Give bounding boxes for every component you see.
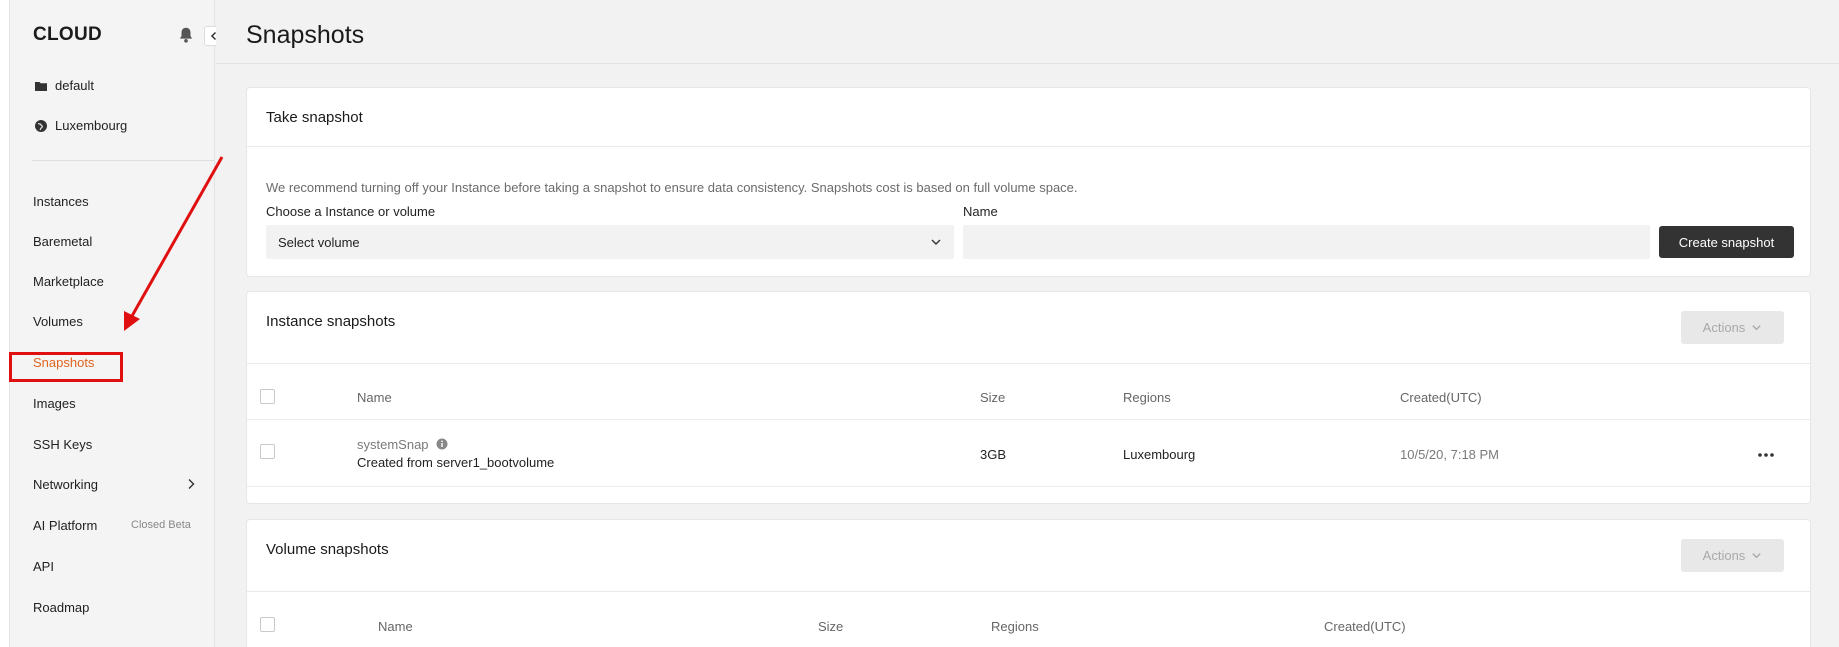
sidebar-item-roadmap[interactable]: Roadmap: [33, 600, 89, 615]
create-snapshot-button[interactable]: Create snapshot: [1659, 226, 1794, 258]
folder-icon: [35, 81, 47, 91]
project-selector[interactable]: default: [34, 78, 94, 93]
volume-select-value: Select volume: [278, 234, 360, 250]
column-header-size: Size: [818, 619, 844, 634]
column-header-regions: Regions: [1123, 390, 1171, 405]
project-name: default: [55, 78, 95, 93]
globe-icon: [35, 119, 47, 132]
card-divider: [247, 591, 1810, 592]
snapshot-region: Luxembourg: [1123, 447, 1196, 462]
actions-label: Actions: [1702, 320, 1746, 335]
sidebar-item-images[interactable]: Images: [33, 396, 76, 411]
sidebar-item-instances[interactable]: Instances: [33, 194, 89, 209]
column-header-regions: Regions: [991, 619, 1039, 634]
row-divider: [247, 419, 1810, 420]
snapshot-size: 3GB: [980, 447, 1007, 462]
chevron-down-icon: [931, 239, 941, 245]
instance-actions-button[interactable]: Actions: [1681, 311, 1784, 344]
row-divider: [247, 486, 1810, 487]
bell-icon[interactable]: [177, 26, 195, 44]
info-icon[interactable]: [436, 438, 448, 450]
snapshot-created: 10/5/20, 7:18 PM: [1400, 447, 1500, 462]
column-header-name: Name: [378, 619, 413, 634]
card-divider: [247, 146, 1810, 147]
row-checkbox[interactable]: [260, 444, 275, 459]
sidebar-divider: [32, 160, 215, 161]
snapshot-name-cell: systemSnap: [357, 437, 448, 452]
column-header-created: Created(UTC): [1400, 390, 1482, 405]
sidebar-item-marketplace[interactable]: Marketplace: [33, 274, 104, 289]
chevron-down-icon: [1752, 325, 1761, 331]
select-all-checkbox[interactable]: [260, 617, 275, 632]
sidebar-item-networking[interactable]: Networking: [33, 477, 98, 492]
sidebar-item-ai-platform[interactable]: AI Platform: [33, 518, 97, 533]
name-label: Name: [963, 204, 998, 219]
sidebar-item-api[interactable]: API: [33, 559, 54, 574]
column-header-size: Size: [980, 390, 1006, 405]
take-snapshot-title: Take snapshot: [266, 109, 363, 126]
snapshot-hint-text: We recommend turning off your Instance b…: [266, 180, 1078, 195]
annotation-highlight-box: [9, 352, 123, 382]
volume-snapshots-title: Volume snapshots: [266, 541, 389, 558]
top-bar: [216, 0, 1839, 64]
choose-volume-label: Choose a Instance or volume: [266, 204, 436, 219]
chevron-down-icon: [1752, 553, 1761, 559]
instance-snapshots-card: Instance snapshots Actions Name Size Reg…: [246, 291, 1811, 504]
sidebar-item-ssh-keys[interactable]: SSH Keys: [33, 437, 92, 452]
snapshot-name-input[interactable]: [963, 225, 1650, 259]
chevron-right-icon[interactable]: [185, 478, 197, 490]
closed-beta-badge: Closed Beta: [131, 519, 191, 531]
sidebar-item-baremetal[interactable]: Baremetal: [33, 234, 92, 249]
page-title: Snapshots: [246, 21, 365, 49]
select-all-checkbox[interactable]: [260, 389, 275, 404]
actions-label: Actions: [1702, 548, 1746, 563]
column-header-name: Name: [357, 390, 392, 405]
volume-snapshots-card: Volume snapshots Actions Name Size Regio…: [246, 519, 1811, 647]
column-header-created: Created(UTC): [1324, 619, 1406, 634]
card-divider: [247, 363, 1810, 364]
window-left-edge: [0, 0, 10, 647]
volume-select[interactable]: Select volume: [266, 225, 954, 259]
sidebar: CLOUD default Luxembourg Instances Barem…: [10, 0, 224, 647]
region-selector[interactable]: Luxembourg: [34, 118, 127, 133]
more-options-icon[interactable]: [1756, 451, 1776, 459]
sidebar-item-volumes[interactable]: Volumes: [33, 314, 83, 329]
snapshot-name: systemSnap: [357, 437, 429, 452]
snapshot-description: Created from server1_bootvolume: [357, 455, 555, 470]
instance-snapshots-title: Instance snapshots: [266, 313, 396, 330]
region-name: Luxembourg: [55, 118, 128, 133]
volume-actions-button[interactable]: Actions: [1681, 539, 1784, 572]
brand-logo: CLOUD: [33, 24, 103, 45]
take-snapshot-card: Take snapshot We recommend turning off y…: [246, 87, 1811, 277]
